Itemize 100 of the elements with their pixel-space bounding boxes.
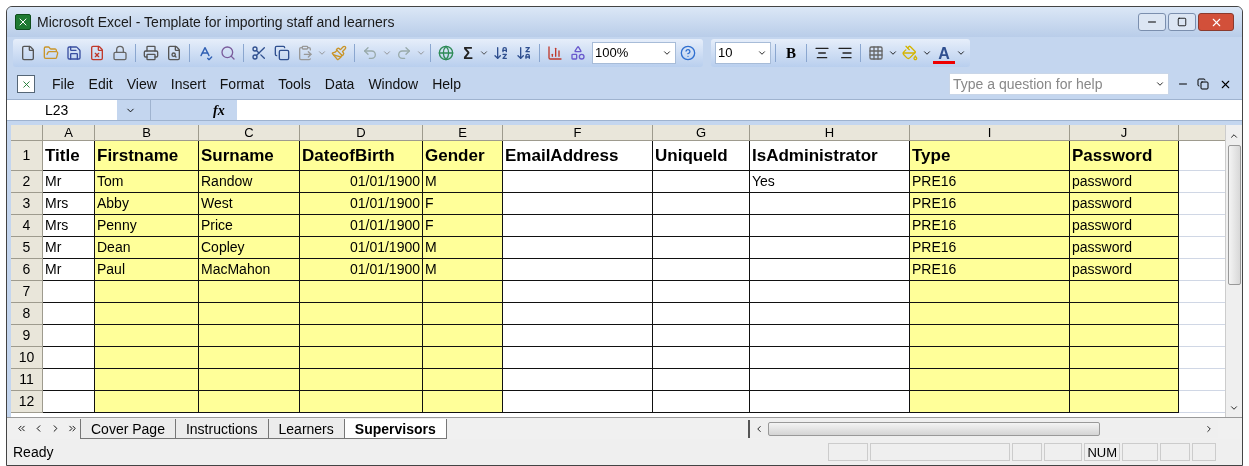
sheet-tab[interactable]: Cover Page (80, 418, 176, 439)
table-cell: Mrs (43, 215, 95, 237)
table-cell: password (1070, 171, 1179, 193)
table-cell: Penny (95, 215, 199, 237)
table-cell: Paul (95, 259, 199, 281)
status-text: Ready (13, 442, 54, 462)
font-size-dropdown[interactable]: 10 (715, 42, 771, 64)
table-cell: Title (43, 141, 95, 171)
table-cell: 01/01/1900 (300, 171, 423, 193)
menu-item[interactable]: Data (317, 73, 362, 95)
table-cell: PRE16 (910, 171, 1070, 193)
table-cell: PRE16 (910, 193, 1070, 215)
zoom-dropdown[interactable]: 100% (592, 42, 676, 64)
table-cell: Dean (95, 237, 199, 259)
help-search-field[interactable]: Type a question for help (949, 73, 1169, 95)
scrollbar-thumb[interactable] (768, 421, 1100, 436)
scroll-right-icon[interactable] (1204, 423, 1214, 434)
table-cell: 01/01/1900 (300, 215, 423, 237)
table-cell: Type (910, 141, 1070, 171)
table-cell: Price (199, 215, 300, 237)
bold-button[interactable]: B (780, 42, 802, 64)
table-cell: EmailAddress (503, 141, 653, 171)
status-panel (1192, 443, 1216, 461)
table-cell: Password (1070, 141, 1179, 171)
menu-item[interactable]: Edit (81, 73, 120, 95)
table-cell: Mr (43, 259, 95, 281)
first-sheet-icon[interactable] (16, 423, 27, 434)
status-panel (1122, 443, 1158, 461)
table-cell: IsAdministrator (750, 141, 910, 171)
table-cell: DateofBirth (300, 141, 423, 171)
table-cell: F (423, 193, 503, 215)
sheet-tab[interactable]: Supervisors (343, 418, 447, 439)
scroll-up-icon[interactable] (1229, 131, 1239, 141)
row-header[interactable]: 12 (11, 391, 43, 413)
table-cell: Tom (95, 171, 199, 193)
close-button[interactable] (1198, 13, 1234, 31)
table-cell: M (423, 171, 503, 193)
last-sheet-icon[interactable] (67, 423, 78, 434)
maximize-icon (1177, 17, 1187, 27)
row-header[interactable]: 1 (11, 141, 43, 171)
autosum-button[interactable]: Σ (458, 42, 478, 64)
row-header[interactable]: 10 (11, 347, 43, 369)
table-cell: PRE16 (910, 215, 1070, 237)
table-cell: Surname (199, 141, 300, 171)
table-cell: 01/01/1900 (300, 259, 423, 281)
vertical-scrollbar[interactable] (1225, 125, 1242, 417)
table-cell: password (1070, 259, 1179, 281)
row-header[interactable]: 3 (11, 193, 43, 215)
status-panel (1044, 443, 1083, 461)
table-cell: password (1070, 237, 1179, 259)
row-header[interactable]: 6 (11, 259, 43, 281)
table-cell: M (423, 237, 503, 259)
table-cell: Firstname (95, 141, 199, 171)
window-title: Microsoft Excel - Template for importing staff and learners (37, 12, 395, 32)
table-cell: Mr (43, 171, 95, 193)
table-cell: MacMahon (199, 259, 300, 281)
table-cell: password (1070, 215, 1179, 237)
menu-item[interactable]: Format (212, 73, 272, 95)
menu-item[interactable]: Tools (271, 73, 318, 95)
sheet-tab[interactable]: Learners (267, 418, 345, 439)
table-cell: PRE16 (910, 237, 1070, 259)
function-button[interactable]: fx (151, 100, 237, 120)
font-color-button[interactable]: A (933, 42, 955, 64)
table-cell: 01/01/1900 (300, 237, 423, 259)
scroll-down-icon[interactable] (1229, 403, 1239, 413)
table-cell: Yes (750, 171, 910, 193)
table-cell: Mr (43, 237, 95, 259)
minimize-button[interactable] (1138, 13, 1166, 31)
name-box[interactable]: L23 (7, 100, 151, 120)
row-header[interactable]: 2 (11, 171, 43, 193)
sheet-tab[interactable]: Instructions (174, 418, 269, 439)
row-header[interactable]: 8 (11, 303, 43, 325)
table-cell: password (1070, 193, 1179, 215)
maximize-button[interactable] (1168, 13, 1196, 31)
num-lock-indicator: NUM (1084, 443, 1120, 461)
restore-workbook-icon[interactable] (1197, 78, 1209, 90)
menu-item[interactable]: View (119, 73, 164, 95)
row-header[interactable]: 4 (11, 215, 43, 237)
menu-item[interactable]: Help (425, 73, 468, 95)
row-header[interactable]: 7 (11, 281, 43, 303)
table-cell: Copley (199, 237, 300, 259)
table-cell: 01/01/1900 (300, 193, 423, 215)
row-header[interactable]: 11 (11, 369, 43, 391)
status-panel (1160, 443, 1190, 461)
row-header[interactable]: 9 (11, 325, 43, 347)
table-cell: F (423, 215, 503, 237)
menu-item[interactable]: Insert (163, 73, 213, 95)
row-header[interactable]: 5 (11, 237, 43, 259)
scrollbar-thumb[interactable] (1227, 145, 1241, 285)
table-cell: Randow (199, 171, 300, 193)
menu-item[interactable]: File (45, 73, 82, 95)
menu-item[interactable]: Window (361, 73, 426, 95)
table-cell: M (423, 259, 503, 281)
table-cell: Abby (95, 193, 199, 215)
table-cell: PRE16 (910, 259, 1070, 281)
table-cell: UniqueId (653, 141, 750, 171)
scroll-left-icon[interactable] (754, 423, 764, 434)
table-cell: Mrs (43, 193, 95, 215)
table-cell: Gender (423, 141, 503, 171)
table-cell: West (199, 193, 300, 215)
